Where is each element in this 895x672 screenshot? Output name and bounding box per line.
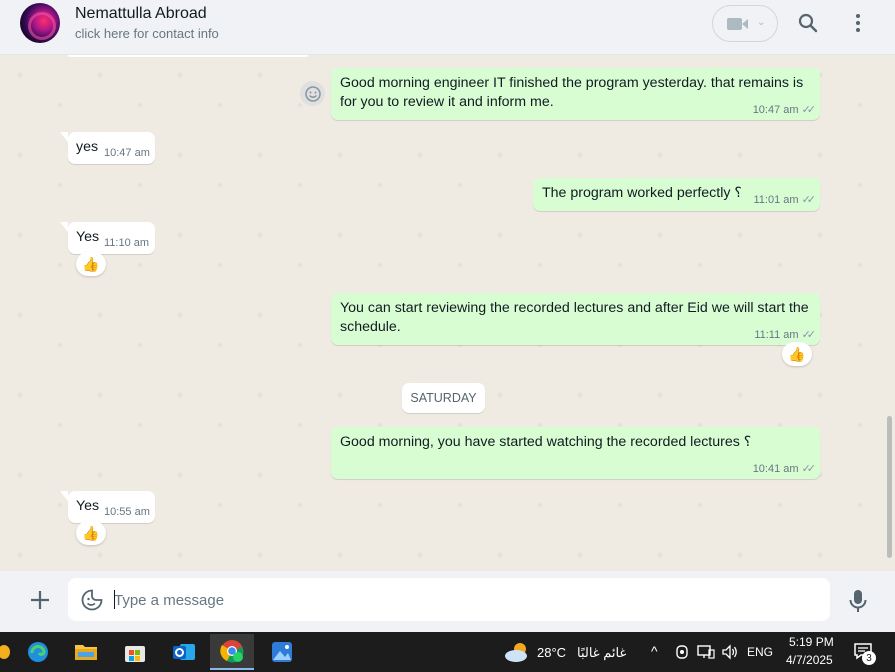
message-meta: 11:11 am ✓✓ [754, 328, 817, 341]
menu-dots-icon [856, 14, 860, 32]
message-text: yes [76, 139, 99, 155]
notification-center-button[interactable]: 3 [853, 642, 883, 666]
clock-date[interactable]: 4/7/2025 [786, 653, 833, 667]
reaction-badge[interactable]: 👍 [76, 521, 106, 545]
edge-browser-button[interactable] [16, 634, 60, 670]
chevron-up-icon[interactable]: ^ [651, 643, 658, 659]
message-time: 10:47 am [104, 147, 150, 159]
clock-time[interactable]: 5:19 PM [789, 635, 834, 649]
bubble-tail [812, 178, 828, 188]
message-time: 11:10 am [104, 237, 150, 249]
chat-header: Nemattulla Abroad click here for contact… [0, 0, 895, 55]
message-incoming[interactable]: yes 10:47 am [60, 132, 155, 164]
read-ticks-icon: ✓✓ [801, 463, 817, 475]
message-meta: 10:47 am ✓✓ [752, 103, 817, 116]
sticker-button[interactable] [80, 588, 104, 617]
network-icon[interactable] [697, 644, 715, 665]
whatsapp-window: Nemattulla Abroad click here for contact… [0, 0, 895, 632]
menu-button[interactable] [845, 10, 871, 36]
message-time: 10:47 am [752, 104, 799, 116]
store-icon [125, 646, 145, 662]
message-meta: 10:41 am ✓✓ [752, 462, 817, 475]
message-text: Yes [76, 229, 100, 245]
text-caret [114, 590, 115, 609]
message-outgoing[interactable]: The program worked perfectly ؟ 11:01 am ✓… [533, 178, 820, 211]
message-text: The program worked perfectly ؟ [542, 185, 742, 201]
file-explorer-button[interactable] [64, 634, 108, 670]
message-time: 11:01 am [753, 194, 799, 206]
previous-message-edge [68, 55, 308, 57]
message-text: Good morning, you have started watching … [340, 434, 752, 450]
folder-icon [75, 645, 97, 660]
weather-description[interactable]: غائم غالبًا [577, 645, 626, 661]
notification-count-badge: 3 [862, 651, 876, 665]
bubble-tail [812, 293, 828, 303]
message-text: for you to review it and inform me. [340, 94, 554, 110]
reaction-badge[interactable]: 👍 [76, 252, 106, 276]
message-text: schedule. [340, 319, 401, 335]
read-ticks-icon: ✓✓ [801, 329, 817, 341]
photos-icon [272, 642, 292, 662]
windows-taskbar: 28°C غائم غالبًا ^ ENG 5:19 PM 4/7/2025 … [0, 632, 895, 672]
language-indicator[interactable]: ENG [747, 645, 773, 659]
outlook-icon [173, 644, 195, 660]
composer-bar [0, 571, 895, 632]
emoji-reaction-button[interactable] [300, 81, 325, 106]
message-input-box[interactable] [68, 578, 830, 621]
bubble-tail [60, 491, 68, 501]
bubble-tail [812, 427, 828, 437]
weather-temperature[interactable]: 28°C [537, 645, 566, 660]
read-ticks-icon: ✓✓ [801, 194, 817, 206]
video-call-icon [727, 18, 748, 30]
thumbs-up-icon: 👍 [82, 524, 100, 541]
scrollbar-thumb[interactable] [887, 416, 892, 558]
message-input[interactable] [114, 588, 804, 612]
bubble-tail [60, 222, 68, 232]
read-ticks-icon: ✓✓ [801, 104, 817, 116]
reaction-badge[interactable]: 👍 [782, 342, 812, 366]
thumbs-up-icon: 👍 [82, 255, 100, 272]
plus-icon [31, 591, 49, 609]
message-time: 11:11 am [754, 329, 799, 341]
message-text: Good morning engineer IT finished the pr… [340, 75, 804, 91]
message-text: You can start reviewing the recorded lec… [340, 300, 809, 316]
contact-info-link[interactable]: click here for contact info [75, 26, 219, 41]
video-call-button[interactable]: ⌄ [712, 5, 778, 42]
message-incoming[interactable]: Yes 11:10 am [60, 222, 155, 254]
microsoft-store-button[interactable] [113, 634, 157, 670]
sticker-icon [81, 589, 103, 611]
message-meta: 11:01 am ✓✓ [753, 193, 817, 206]
emoji-icon [304, 85, 321, 102]
outlook-button[interactable] [162, 634, 206, 670]
message-time: 10:55 am [104, 506, 150, 518]
message-outgoing[interactable]: Good morning, you have started watching … [331, 427, 820, 479]
weather-icon [504, 641, 532, 668]
message-outgoing[interactable]: You can start reviewing the recorded lec… [331, 293, 820, 345]
bubble-tail [60, 132, 68, 142]
voice-message-button[interactable] [847, 587, 869, 615]
message-outgoing[interactable]: Good morning engineer IT finished the pr… [331, 68, 820, 120]
bubble-tail [812, 68, 828, 78]
message-list[interactable]: Good morning engineer IT finished the pr… [0, 55, 895, 571]
chrome-whatsapp-button[interactable] [210, 634, 254, 670]
search-button[interactable] [795, 10, 821, 36]
contact-name[interactable]: Nemattulla Abroad [75, 5, 207, 23]
chrome-icon [220, 640, 244, 663]
attach-button[interactable] [27, 587, 53, 613]
avatar[interactable] [20, 3, 60, 43]
microphone-icon [849, 590, 867, 612]
volume-icon[interactable] [721, 644, 739, 665]
message-time: 10:41 am [752, 463, 799, 475]
thumbs-up-icon: 👍 [788, 345, 806, 362]
search-icon [798, 13, 818, 33]
chevron-down-icon: ⌄ [757, 17, 766, 28]
date-divider: SATURDAY [402, 383, 485, 413]
message-text: Yes [76, 498, 100, 514]
meet-now-icon[interactable] [674, 644, 690, 665]
edge-icon [28, 642, 48, 662]
message-incoming[interactable]: Yes 10:55 am [60, 491, 155, 523]
photos-button[interactable] [260, 634, 304, 670]
